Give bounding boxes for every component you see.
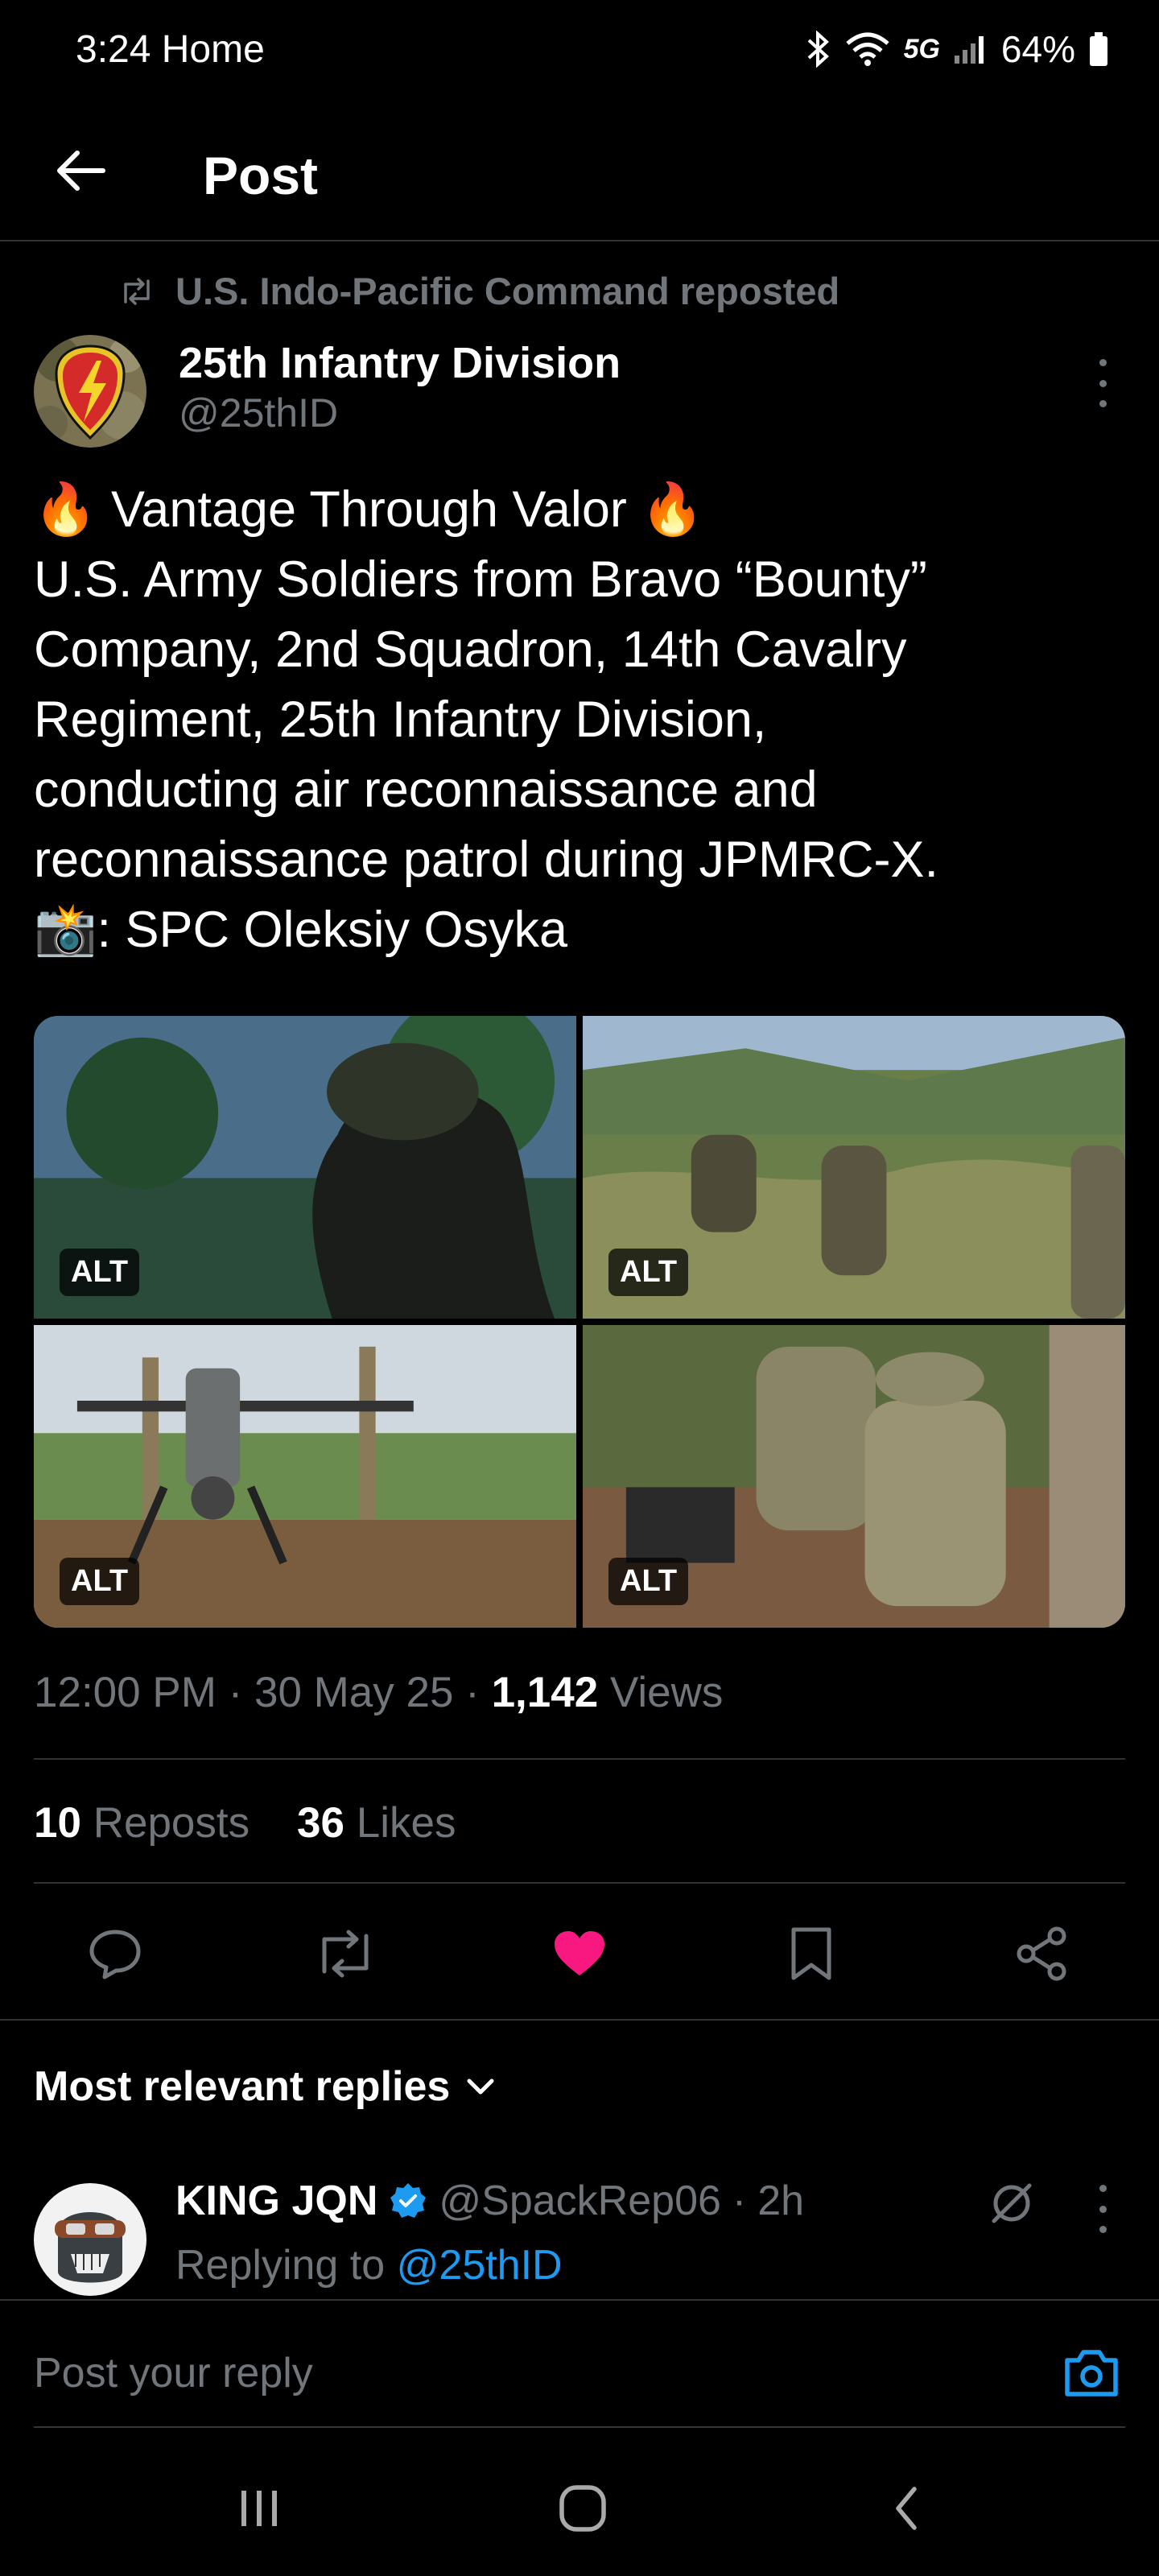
battery-icon: [1090, 32, 1107, 66]
media-grid: ALT ALT ALT ALT: [34, 1016, 1125, 1628]
reply-avatar[interactable]: [34, 2183, 146, 2296]
chevron-left-icon: [896, 2487, 917, 2530]
reply-sort-label: Most relevant replies: [34, 2063, 451, 2110]
likes-stat[interactable]: 36 Likes: [297, 1799, 456, 1847]
home-icon: [559, 2485, 606, 2532]
post-text-line: Company, 2nd Squadron, 14th Cavalry: [34, 621, 907, 678]
reply-input[interactable]: Post your reply: [34, 2349, 313, 2397]
battery-percent: 64%: [1000, 28, 1075, 70]
page-title: Post: [203, 146, 319, 205]
reply-author-handle[interactable]: @SpackRep06: [439, 2177, 721, 2225]
alt-text-badge[interactable]: ALT: [608, 1558, 689, 1605]
reply-header: KING JQN @SpackRep06 · 2h: [175, 2177, 804, 2225]
post-text-line: Regiment, 25th Infantry Division,: [34, 691, 767, 748]
repost-icon: [124, 277, 150, 305]
share-button[interactable]: [1006, 1918, 1079, 1990]
division-patch-icon: [34, 335, 146, 448]
alt-text-badge[interactable]: ALT: [60, 1558, 140, 1605]
wifi-icon: [845, 32, 889, 66]
bookmark-button[interactable]: [775, 1918, 848, 1990]
reposts-stat[interactable]: 10 Reposts: [34, 1799, 250, 1847]
status-time: 3:24 Home: [76, 28, 265, 71]
reply-sort-dropdown[interactable]: Most relevant replies: [34, 2062, 497, 2111]
camera-button[interactable]: [1061, 2343, 1122, 2404]
alt-text-badge[interactable]: ALT: [608, 1249, 689, 1296]
signal-icon: [954, 36, 984, 64]
repost-context[interactable]: U.S. Indo-Pacific Command reposted: [119, 269, 839, 313]
reply-icon: [89, 1930, 141, 1979]
replying-to-handle[interactable]: @25thID: [397, 2242, 563, 2289]
post-text-line: 📸: SPC Oleksiy Osyka: [34, 902, 568, 958]
more-options-button[interactable]: [1087, 359, 1119, 407]
divider: [34, 1882, 1125, 1884]
top-app-bar: Post: [0, 113, 1159, 242]
bookmark-icon: [791, 1927, 831, 1980]
status-bar: 3:24 Home 5G 64%: [0, 0, 1159, 109]
share-icon: [1017, 1926, 1066, 1981]
reply-composer: Post your reply: [0, 2299, 1159, 2429]
repost-icon: [322, 1930, 369, 1978]
reply-more-options-button[interactable]: [1087, 2185, 1119, 2233]
home-button[interactable]: [551, 2476, 615, 2541]
post-text-line: reconnaissance patrol during JPMRC-X.: [34, 832, 939, 888]
repost-button[interactable]: [309, 1918, 382, 1990]
post-time: 12:00 PM: [34, 1669, 217, 1716]
back-button[interactable]: [50, 140, 111, 201]
like-button[interactable]: [543, 1918, 616, 1990]
verified-badge-icon: [390, 2183, 427, 2218]
gorilla-avatar-icon: [34, 2183, 146, 2296]
heart-icon: [555, 1931, 604, 1975]
bluetooth-icon: [807, 31, 829, 68]
reply-separator: ·: [732, 2178, 747, 2224]
system-back-button[interactable]: [874, 2476, 938, 2541]
media-photo-patrol[interactable]: ALT: [583, 1016, 1125, 1319]
engagement-counts: 10 Reposts 36 Likes: [34, 1798, 456, 1847]
author-handle[interactable]: @25thID: [179, 390, 338, 436]
media-photo-soldier-portrait[interactable]: ALT: [34, 1016, 576, 1319]
post-date: 30 May 25: [254, 1669, 454, 1716]
views-label: Views: [609, 1669, 724, 1716]
action-bar: [0, 1909, 1159, 1998]
replying-to-prefix: Replying to: [175, 2242, 386, 2289]
camera-icon: [1065, 2350, 1118, 2396]
system-navigation-bar: [0, 2428, 1159, 2576]
author-avatar[interactable]: [34, 335, 146, 448]
reply-time: 2h: [757, 2178, 805, 2224]
post-text-line: 🔥 Vantage Through Valor 🔥: [34, 481, 704, 538]
grok-icon: [992, 2183, 1032, 2223]
alt-text-badge[interactable]: ALT: [60, 1249, 140, 1296]
repost-label: U.S. Indo-Pacific Command reposted: [175, 270, 840, 312]
post-metadata: 12:00 PM · 30 May 25 · 1,142 Views: [34, 1669, 724, 1716]
post-text: 🔥 Vantage Through Valor 🔥 U.S. Army Sold…: [34, 475, 1128, 965]
views-count: 1,142: [491, 1669, 599, 1716]
divider: [34, 1758, 1125, 1760]
post-text-line: conducting air reconnaissance and: [34, 762, 818, 818]
grok-analyze-button[interactable]: [984, 2175, 1040, 2231]
media-photo-radio-operator[interactable]: ALT: [583, 1325, 1125, 1628]
recent-apps-button[interactable]: [227, 2476, 291, 2541]
chevron-down-icon: [467, 2079, 494, 2095]
reply-button[interactable]: [79, 1918, 151, 1990]
replying-to: Replying to @25thID: [175, 2241, 563, 2289]
reply-author-name[interactable]: KING JQN: [175, 2177, 377, 2225]
network-type: 5G: [903, 33, 940, 64]
arrow-left-icon: [57, 151, 105, 191]
author-name[interactable]: 25th Infantry Division: [179, 338, 621, 388]
divider: [0, 2019, 1159, 2021]
recents-icon: [241, 2491, 277, 2526]
status-icons: 5G 64%: [804, 27, 1109, 71]
media-photo-drone[interactable]: ALT: [34, 1325, 576, 1628]
post-text-line: U.S. Army Soldiers from Bravo “Bounty”: [34, 551, 927, 608]
